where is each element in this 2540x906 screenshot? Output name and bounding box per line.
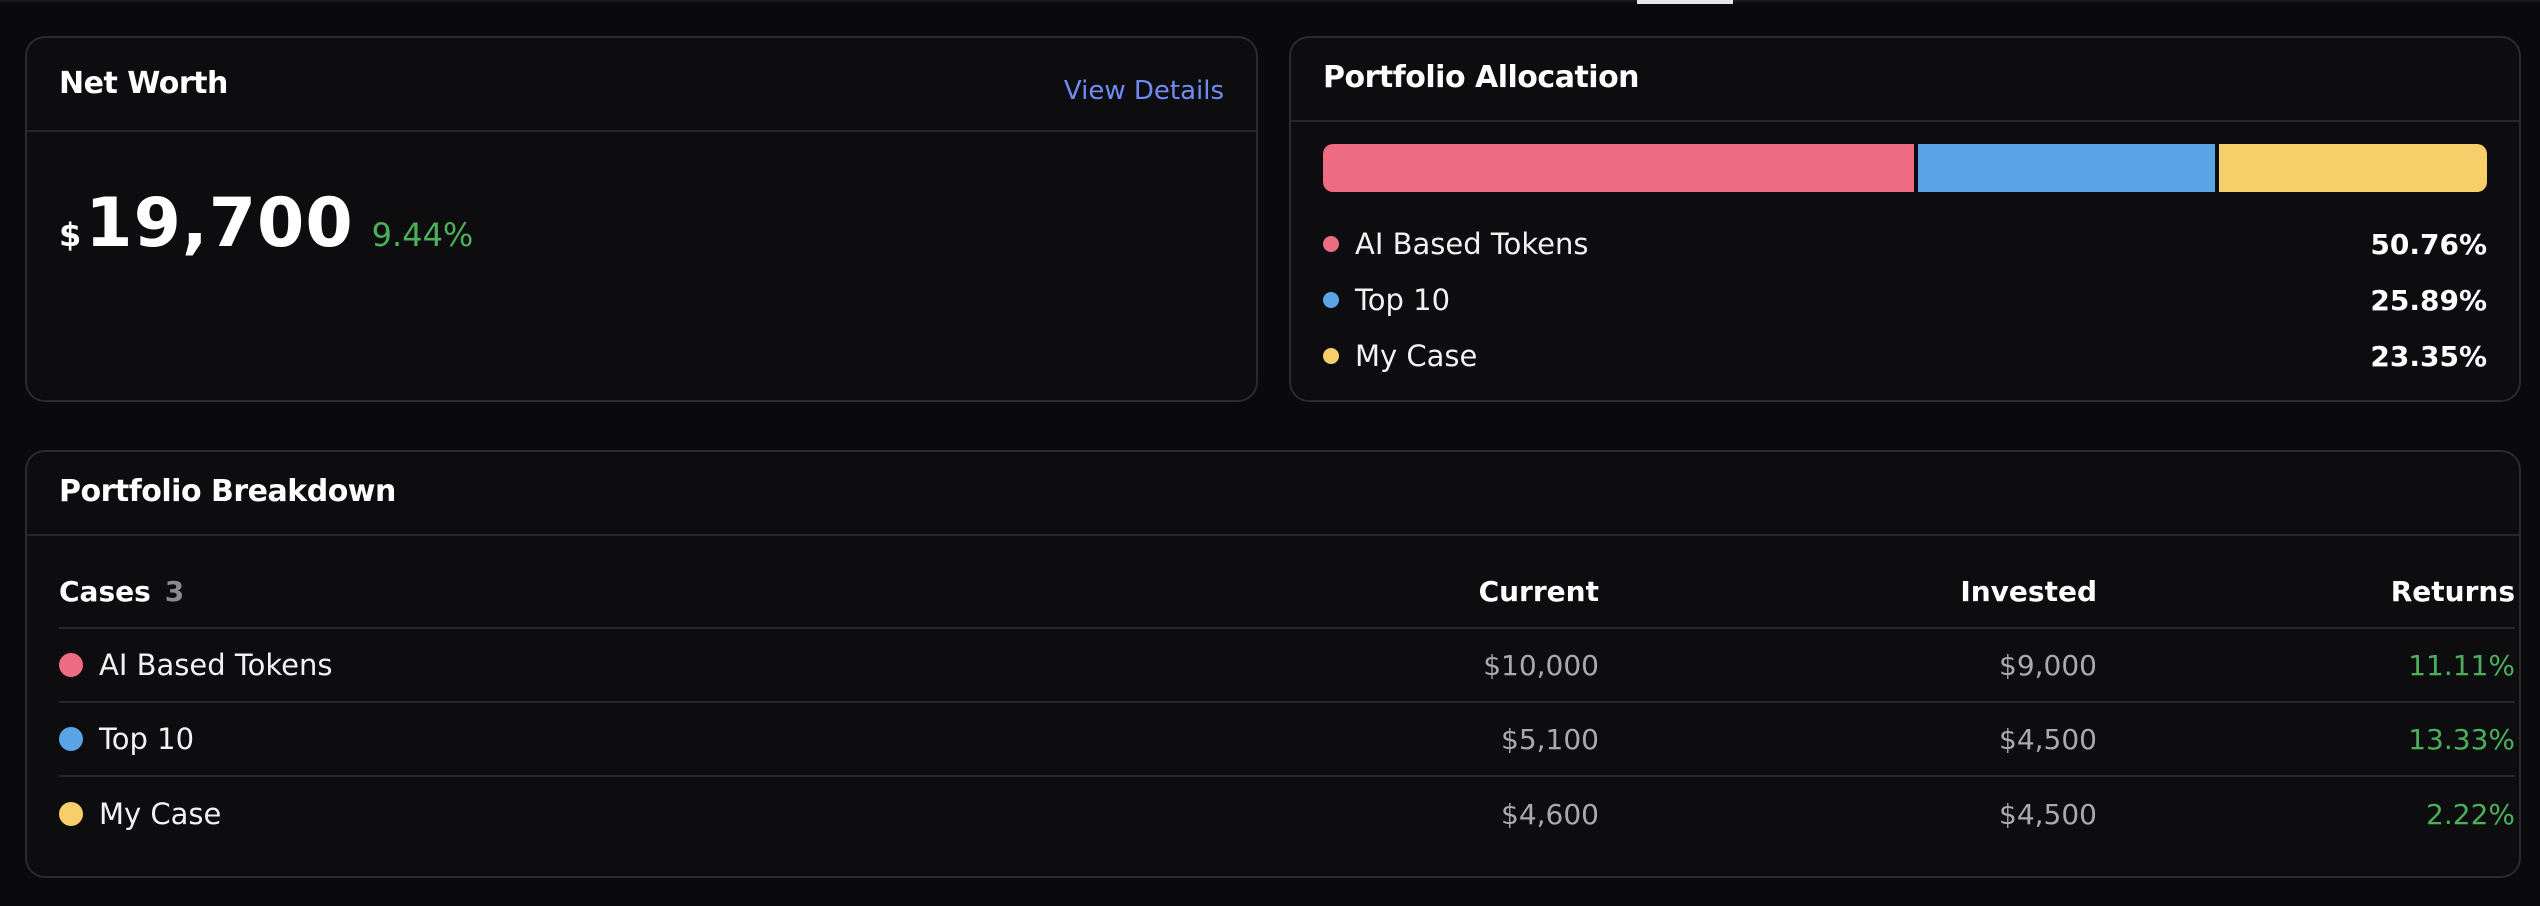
breakdown-title: Portfolio Breakdown: [59, 474, 396, 509]
invested-value: $9,000: [1999, 648, 2097, 682]
case-cell: My Case: [59, 797, 1319, 831]
allocation-segment-top-10: [1913, 144, 2216, 192]
currency-symbol: $: [59, 216, 82, 254]
table-row[interactable]: Top 10 $5,100 $4,500 13.33%: [59, 703, 2515, 777]
allocation-title: Portfolio Allocation: [1323, 60, 1640, 95]
column-header-cases: Cases 3: [59, 575, 1319, 608]
legend-item-top-10: Top 10 25.89%: [1323, 280, 2487, 320]
case-name: My Case: [99, 797, 222, 831]
current-value: $10,000: [1483, 648, 1599, 682]
case-name: AI Based Tokens: [99, 648, 333, 682]
legend-dot: [1323, 292, 1339, 308]
legend-label: Top 10: [1355, 283, 1451, 317]
table-row[interactable]: My Case $4,600 $4,500 2.22%: [59, 777, 2515, 851]
legend-label: AI Based Tokens: [1355, 227, 1589, 261]
net-worth-card: Net Worth View Details $ 19,700 9.44%: [25, 36, 1258, 402]
case-name: Top 10: [99, 722, 195, 756]
column-header-invested: Invested: [1960, 574, 2097, 608]
case-color-dot: [59, 653, 83, 677]
case-cell: AI Based Tokens: [59, 648, 1319, 682]
case-color-dot: [59, 802, 83, 826]
breakdown-table: Cases 3 Current Invested Returns AI Based…: [59, 555, 2515, 851]
net-worth-value: $ 19,700 9.44%: [59, 184, 473, 263]
active-tab-indicator: [1637, 0, 1733, 4]
portfolio-allocation-card: Portfolio Allocation AI Based Tokens 50.…: [1289, 36, 2521, 402]
column-header-current: Current: [1478, 574, 1599, 608]
allocation-segment-my-case: [2215, 144, 2487, 192]
top-divider: [0, 0, 2540, 2]
legend-percent: 25.89%: [2370, 283, 2487, 317]
net-worth-amount: 19,700: [85, 184, 354, 263]
allocation-header: Portfolio Allocation: [1291, 38, 2519, 122]
breakdown-header: Portfolio Breakdown: [27, 452, 2519, 536]
allocation-segment-ai-based-tokens: [1323, 144, 1914, 192]
current-value: $5,100: [1501, 722, 1599, 756]
returns-value: 11.11%: [2408, 648, 2515, 682]
net-worth-header: Net Worth View Details: [27, 38, 1256, 132]
table-header-row: Cases 3 Current Invested Returns: [59, 555, 2515, 629]
cases-label: Cases: [59, 574, 151, 608]
net-worth-title: Net Worth: [59, 66, 228, 101]
returns-value: 13.33%: [2408, 722, 2515, 756]
legend-item-ai-based-tokens: AI Based Tokens 50.76%: [1323, 224, 2487, 264]
legend-percent: 50.76%: [2370, 227, 2487, 261]
legend-percent: 23.35%: [2370, 339, 2487, 373]
cases-count: 3: [164, 574, 185, 608]
invested-value: $4,500: [1999, 797, 2097, 831]
allocation-bar: [1323, 144, 2487, 192]
case-color-dot: [59, 727, 83, 751]
legend-dot: [1323, 348, 1339, 364]
legend-item-my-case: My Case 23.35%: [1323, 336, 2487, 376]
table-row[interactable]: AI Based Tokens $10,000 $9,000 11.11%: [59, 629, 2515, 703]
current-value: $4,600: [1501, 797, 1599, 831]
invested-value: $4,500: [1999, 722, 2097, 756]
net-worth-change: 9.44%: [371, 216, 474, 254]
legend-dot: [1323, 236, 1339, 252]
legend-label: My Case: [1355, 339, 1478, 373]
view-details-link[interactable]: View Details: [1064, 76, 1224, 106]
column-header-returns: Returns: [2390, 574, 2515, 608]
returns-value: 2.22%: [2426, 797, 2515, 831]
case-cell: Top 10: [59, 722, 1319, 756]
